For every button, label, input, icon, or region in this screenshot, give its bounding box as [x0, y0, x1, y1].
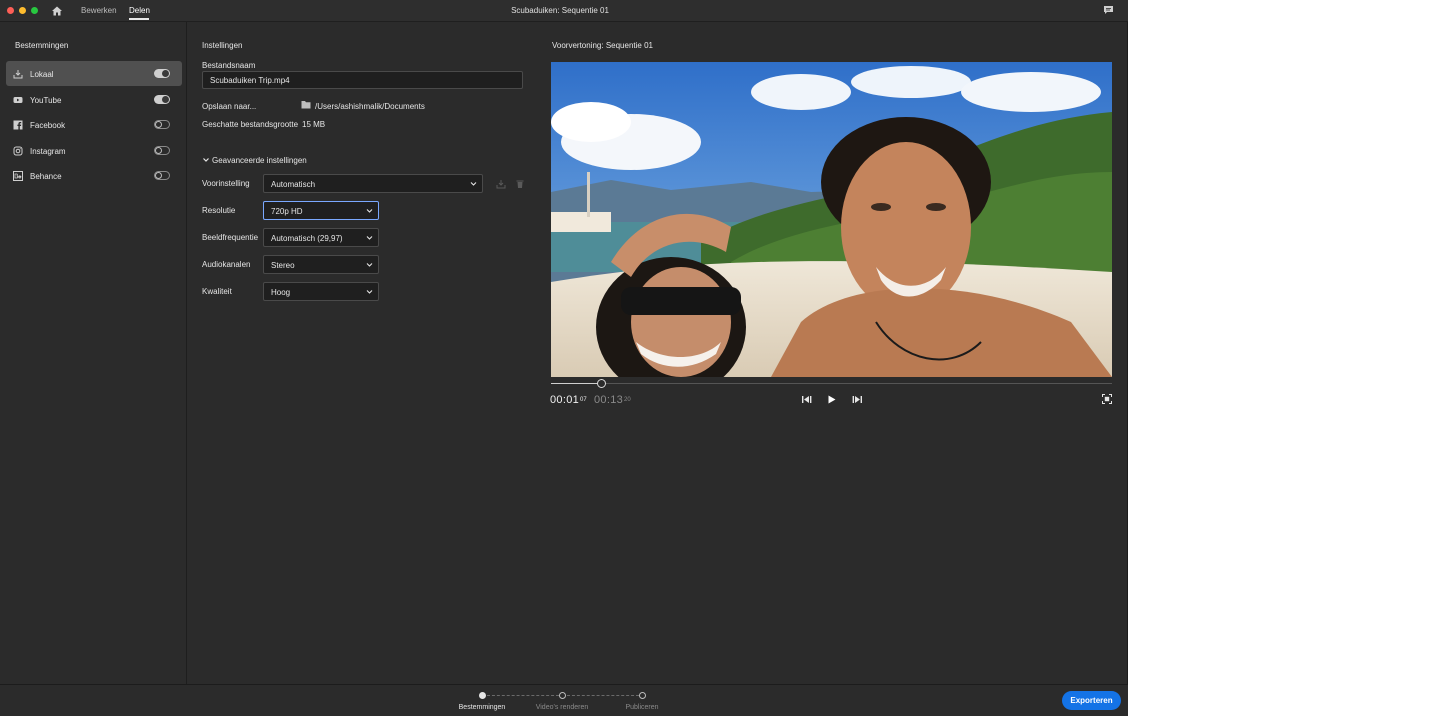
app-window: Bewerken Delen Scubaduiken: Sequentie 01…: [0, 0, 1128, 716]
video-frame-image: [551, 62, 1112, 377]
step-back-icon[interactable]: [801, 395, 812, 404]
title-bar: Bewerken Delen Scubaduiken: Sequentie 01: [0, 0, 1128, 22]
fit-to-screen-icon[interactable]: [1102, 394, 1112, 404]
advanced-settings-label: Geavanceerde instellingen: [212, 156, 307, 165]
sidebar-item-label: YouTube: [30, 96, 62, 105]
behance-icon: [13, 171, 23, 181]
sidebar-item-youtube[interactable]: YouTube: [6, 87, 182, 112]
save-preset-icon[interactable]: [496, 179, 506, 189]
destinations-sidebar: Bestemmingen Lokaal YouTube Facebook Ins…: [0, 22, 187, 684]
resolution-select[interactable]: 720p HD: [263, 201, 379, 220]
lokaal-toggle[interactable]: [154, 69, 170, 78]
current-time-frames: 07: [580, 397, 587, 403]
sidebar-title: Bestemmingen: [15, 41, 69, 50]
chevron-down-icon: [203, 158, 209, 162]
saveto-label: Opslaan naar...: [202, 102, 257, 111]
active-tab-indicator: [129, 18, 149, 20]
export-button[interactable]: Exporteren: [1062, 691, 1121, 710]
folder-icon[interactable]: [301, 100, 311, 109]
framerate-label: Beeldfrequentie: [202, 233, 259, 242]
step-forward-icon[interactable]: [852, 395, 863, 404]
scrub-track[interactable]: [551, 383, 1112, 384]
resolution-label: Resolutie: [202, 206, 236, 215]
saveto-path[interactable]: /Users/ashishmalik/Documents: [315, 102, 425, 111]
delete-preset-icon[interactable]: [515, 179, 525, 189]
total-time: 00:13: [594, 394, 624, 406]
file-size-label: Geschatte bestandsgrootte: [202, 120, 299, 129]
framerate-select[interactable]: Automatisch (29,97): [263, 228, 379, 247]
chevron-down-icon: [470, 182, 477, 186]
preset-label: Voorinstelling: [202, 179, 250, 188]
instagram-toggle[interactable]: [154, 146, 170, 155]
bottom-bar: Bestemmingen Video's renderen Publiceren…: [0, 684, 1128, 716]
youtube-icon: [13, 97, 23, 103]
step-dot-renderen: [559, 692, 566, 699]
step-dot-bestemmingen: [479, 692, 486, 699]
advanced-settings-toggle[interactable]: Geavanceerde instellingen: [202, 156, 307, 165]
audio-channels-select[interactable]: Stereo: [263, 255, 379, 274]
sidebar-item-label: Behance: [30, 172, 62, 181]
filename-label: Bestandsnaam: [202, 61, 256, 70]
step-dot-publiceren: [639, 692, 646, 699]
step-connector: [487, 695, 559, 696]
sidebar-item-label: Facebook: [30, 121, 66, 130]
window-title: Scubaduiken: Sequentie 01: [511, 6, 609, 15]
file-size-value: 15 MB: [302, 120, 326, 129]
quality-label: Kwaliteit: [202, 287, 232, 296]
youtube-toggle[interactable]: [154, 95, 170, 104]
chevron-down-icon: [366, 209, 373, 213]
framerate-value: Automatisch (29,97): [271, 234, 343, 243]
sidebar-item-lokaal[interactable]: Lokaal: [6, 61, 182, 86]
step-label-publiceren: Publiceren: [625, 704, 659, 711]
current-time: 00:01: [550, 394, 580, 406]
facebook-toggle[interactable]: [154, 120, 170, 129]
filename-input[interactable]: [202, 71, 523, 89]
settings-panel: Instellingen Bestandsnaam Opslaan naar..…: [188, 22, 540, 684]
instagram-icon: [13, 146, 23, 156]
facebook-icon: [13, 120, 23, 130]
sidebar-item-label: Lokaal: [30, 70, 54, 79]
sidebar-item-instagram[interactable]: Instagram: [6, 138, 182, 163]
resolution-value: 720p HD: [271, 207, 303, 216]
behance-toggle[interactable]: [154, 171, 170, 180]
audio-channels-label: Audiokanalen: [202, 260, 251, 269]
scrub-progress: [551, 383, 601, 384]
play-icon[interactable]: [827, 395, 836, 404]
quality-value: Hoog: [271, 288, 291, 297]
preset-select[interactable]: Automatisch: [263, 174, 483, 193]
scrub-handle[interactable]: [597, 379, 606, 388]
step-label-renderen: Video's renderen: [535, 704, 589, 711]
audio-channels-value: Stereo: [271, 261, 295, 270]
preset-value: Automatisch: [271, 180, 316, 189]
video-preview[interactable]: [551, 62, 1112, 377]
total-time-frames: 20: [624, 397, 631, 403]
sidebar-item-facebook[interactable]: Facebook: [6, 112, 182, 137]
settings-title: Instellingen: [202, 41, 243, 50]
preview-title: Voorvertoning: Sequentie 01: [552, 41, 653, 50]
step-connector: [567, 695, 639, 696]
step-label-bestemmingen: Bestemmingen: [458, 704, 506, 711]
chevron-down-icon: [366, 236, 373, 240]
chevron-down-icon: [366, 263, 373, 267]
feedback-icon[interactable]: [1103, 5, 1114, 15]
download-icon: [13, 70, 23, 79]
sidebar-item-label: Instagram: [30, 147, 66, 156]
sidebar-item-behance[interactable]: Behance: [6, 163, 182, 188]
quality-select[interactable]: Hoog: [263, 282, 379, 301]
chevron-down-icon: [366, 290, 373, 294]
